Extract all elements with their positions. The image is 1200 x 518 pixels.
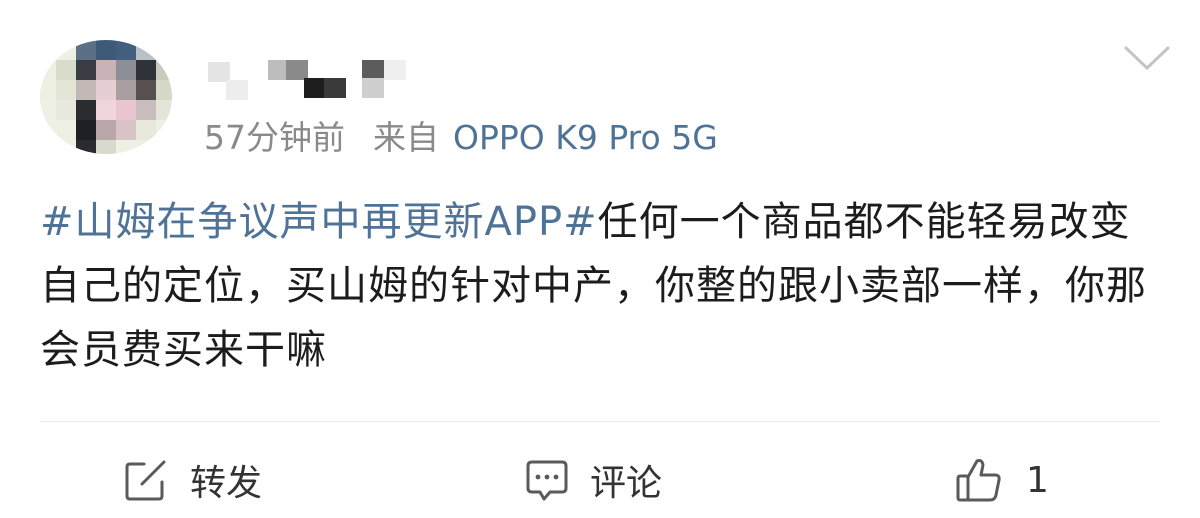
repost-button[interactable]: 转发: [122, 450, 262, 510]
chevron-down-icon[interactable]: [1120, 40, 1174, 76]
divider: [40, 421, 1160, 422]
repost-label: 转发: [190, 463, 263, 504]
post-meta: 57分钟前 来自 OPPO K9 Pro 5G: [204, 116, 718, 160]
like-count: 1: [1026, 459, 1049, 501]
comment-button[interactable]: 评论: [522, 450, 662, 510]
post-content: #山姆在争议声中再更新APP#任何一个商品都不能轻易改变自己的定位，买山姆的针对…: [40, 190, 1160, 382]
repost-icon: [122, 456, 170, 504]
comment-icon: [522, 456, 570, 504]
avatar[interactable]: [40, 40, 172, 154]
comment-label: 评论: [590, 463, 663, 504]
like-button[interactable]: 1: [954, 450, 1049, 510]
source-prefix: 来自: [373, 118, 439, 157]
thumbs-up-icon: [954, 455, 1004, 505]
hashtag-link[interactable]: #山姆在争议声中再更新APP#: [40, 199, 598, 245]
action-bar: 转发 评论 1: [0, 440, 1200, 518]
source-device-link[interactable]: OPPO K9 Pro 5G: [453, 118, 718, 157]
post-card: 57分钟前 来自 OPPO K9 Pro 5G #山姆在争议声中再更新APP#任何一…: [0, 0, 1200, 518]
post-timestamp: 57分钟前: [204, 118, 345, 157]
username[interactable]: [208, 56, 408, 100]
